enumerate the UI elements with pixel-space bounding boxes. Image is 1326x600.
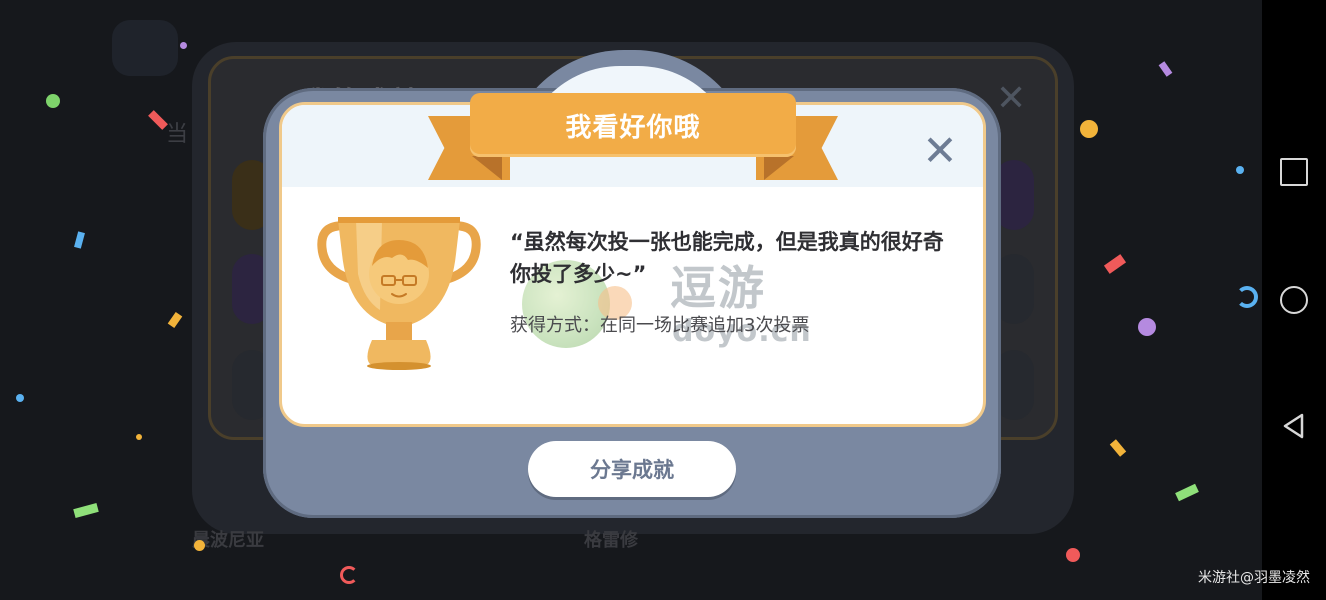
confetti bbox=[1236, 286, 1258, 308]
back-icon[interactable] bbox=[1280, 412, 1308, 440]
trophy-icon bbox=[317, 217, 481, 370]
recent-apps-icon[interactable] bbox=[1280, 158, 1308, 186]
achievement-quote: “虽然每次投一张也能完成，但是我真的很好奇你投了多少~” bbox=[510, 230, 944, 286]
credit-text: 米游社@羽墨凌然 bbox=[1198, 570, 1310, 586]
confetti bbox=[180, 42, 187, 49]
close-icon[interactable]: ✕ bbox=[918, 126, 962, 175]
confetti bbox=[1066, 548, 1080, 562]
confetti bbox=[136, 434, 142, 440]
android-nav-bar bbox=[1262, 0, 1326, 600]
game-screen: 我的成就 ✕ 当 晨波尼亚 格雷修 我看好你哦 ✕ bbox=[0, 0, 1326, 600]
achievement-title-ribbon: 我看好你哦 bbox=[470, 93, 796, 157]
confetti bbox=[1080, 120, 1098, 138]
confetti bbox=[1236, 166, 1244, 174]
confetti bbox=[16, 394, 24, 402]
share-achievement-button[interactable]: 分享成就 bbox=[528, 441, 736, 497]
home-icon[interactable] bbox=[1280, 286, 1308, 314]
confetti bbox=[1138, 318, 1156, 336]
background-close-icon: ✕ bbox=[996, 78, 1027, 119]
confetti bbox=[340, 566, 358, 584]
achievement-title: 我看好你哦 bbox=[565, 112, 701, 143]
background-name-2: 格雷修 bbox=[584, 530, 638, 551]
confetti bbox=[46, 94, 60, 108]
background-label: 当 bbox=[166, 122, 189, 147]
achievement-method: 获得方式：在同一场比赛追加3次投票 bbox=[510, 315, 810, 336]
background-back-button bbox=[112, 20, 178, 76]
confetti bbox=[194, 540, 205, 551]
